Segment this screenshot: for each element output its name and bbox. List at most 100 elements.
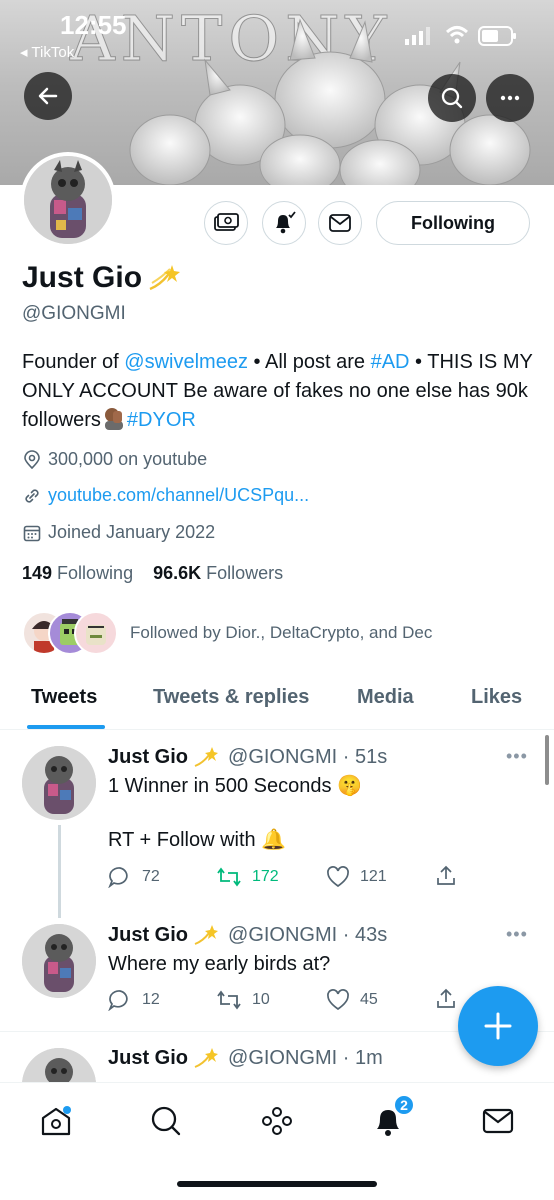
man-facepalming-emoji-icon bbox=[101, 406, 127, 430]
followers-count-link[interactable]: 96.6K Followers bbox=[153, 563, 283, 583]
reply-button[interactable]: 12 bbox=[108, 989, 160, 1011]
calendar-icon bbox=[23, 525, 41, 541]
following-label: Following bbox=[52, 563, 134, 583]
dizzy-star-emoji-icon bbox=[194, 747, 219, 767]
bio-hashtag-ad-link[interactable]: #AD bbox=[371, 351, 410, 373]
share-button[interactable] bbox=[434, 864, 458, 888]
toy-figure-avatar-image bbox=[24, 156, 112, 244]
bio-mention-link[interactable]: @swivelmeez bbox=[124, 351, 248, 373]
retweet-icon bbox=[217, 867, 241, 887]
tweet-text: Where my early birds at? bbox=[108, 953, 331, 975]
location-pin-icon bbox=[24, 449, 40, 469]
tab-tweets-and-replies[interactable]: Tweets & replies bbox=[153, 686, 309, 709]
following-button[interactable]: Following bbox=[376, 201, 530, 245]
thread-connector-line bbox=[58, 825, 61, 918]
tweet-author-name[interactable]: Just Gio bbox=[108, 924, 188, 947]
heart-icon bbox=[327, 866, 349, 888]
nav-messages[interactable] bbox=[478, 1101, 518, 1141]
wifi-icon bbox=[445, 26, 469, 44]
dizzy-star-emoji-icon bbox=[194, 1048, 219, 1068]
location-text: 300,000 on youtube bbox=[48, 449, 208, 469]
profile-tabs: Tweets Tweets & replies Media Likes bbox=[0, 672, 554, 730]
nav-home[interactable] bbox=[36, 1101, 76, 1141]
notifications-subscribed-button[interactable] bbox=[262, 201, 306, 245]
tweet-header: Just Gio @GIONGMI · 51s bbox=[108, 745, 387, 769]
envelope-icon bbox=[329, 214, 351, 232]
following-count-link[interactable]: 149 Following bbox=[22, 563, 133, 583]
home-indicator[interactable] bbox=[177, 1181, 377, 1187]
retweet-count: 172 bbox=[252, 868, 279, 885]
search-icon bbox=[441, 87, 463, 109]
location-row: 300,000 on youtube bbox=[22, 449, 207, 470]
bio-hashtag-dyor-link[interactable]: #DYOR bbox=[127, 409, 196, 431]
reply-button[interactable]: 72 bbox=[108, 866, 160, 888]
bio-text: • All post are bbox=[247, 351, 371, 373]
tweet-author-name[interactable]: Just Gio bbox=[108, 1047, 188, 1070]
nav-search[interactable] bbox=[146, 1101, 186, 1141]
compose-tweet-button[interactable] bbox=[458, 986, 538, 1066]
tweet-handle-time: @GIONGMI · 51s bbox=[228, 745, 388, 768]
profile-avatar[interactable] bbox=[20, 152, 116, 248]
search-icon bbox=[151, 1106, 181, 1136]
share-button[interactable] bbox=[434, 987, 458, 1011]
joined-row: Joined January 2022 bbox=[22, 522, 215, 543]
tab-tweets[interactable]: Tweets bbox=[31, 686, 97, 709]
link-icon bbox=[25, 488, 39, 503]
active-tab-indicator bbox=[27, 725, 105, 729]
search-button[interactable] bbox=[428, 74, 476, 122]
followed-by-row[interactable]: Followed by Dior., DeltaCrypto, and Dec bbox=[22, 610, 432, 656]
scrollbar[interactable] bbox=[545, 735, 549, 785]
joined-text: Joined January 2022 bbox=[48, 522, 216, 542]
retweet-count: 10 bbox=[252, 991, 270, 1008]
retweet-icon bbox=[217, 990, 241, 1010]
tweet-avatar[interactable] bbox=[22, 924, 96, 998]
tweet-header: Just Gio @GIONGMI · 43s bbox=[108, 923, 387, 947]
notifications-badge: 2 bbox=[393, 1094, 415, 1116]
reply-icon bbox=[108, 867, 128, 888]
profile-bio: Founder of @swivelmeez • All post are #A… bbox=[22, 348, 534, 435]
tweet-text: RT + Follow with 🔔 bbox=[108, 829, 287, 851]
back-button[interactable] bbox=[24, 72, 72, 120]
message-button[interactable] bbox=[318, 201, 362, 245]
display-name: Just Gio bbox=[22, 261, 181, 295]
bio-text: Founder of bbox=[22, 351, 125, 373]
tweet-more-icon[interactable]: ••• bbox=[506, 746, 528, 767]
like-button[interactable]: 45 bbox=[326, 989, 378, 1011]
website-link[interactable]: youtube.com/channel/UCSPqu... bbox=[48, 485, 309, 506]
like-count: 45 bbox=[360, 991, 378, 1008]
plus-icon bbox=[484, 1012, 512, 1040]
tweet-handle-time: @GIONGMI · 1m bbox=[228, 1046, 383, 1069]
followers-label: Followers bbox=[201, 563, 284, 583]
envelope-icon bbox=[482, 1108, 514, 1134]
like-count: 121 bbox=[360, 868, 387, 885]
dizzy-star-emoji-icon bbox=[194, 925, 219, 945]
tweet-more-icon[interactable]: ••• bbox=[506, 924, 528, 945]
tweet-author-name[interactable]: Just Gio bbox=[108, 746, 188, 769]
tweet-avatar[interactable] bbox=[22, 746, 96, 820]
nav-communities[interactable] bbox=[257, 1101, 297, 1141]
tweet-text: 1 Winner in 500 Seconds 🤫 bbox=[108, 775, 362, 797]
back-to-app-link[interactable]: ◂ TikTok bbox=[20, 43, 74, 61]
share-icon bbox=[437, 865, 455, 885]
more-options-button[interactable] bbox=[486, 74, 534, 122]
display-name-text: Just Gio bbox=[22, 261, 143, 294]
like-button[interactable]: 121 bbox=[326, 866, 387, 888]
status-bar: 12:55 ◂ TikTok bbox=[0, 0, 554, 61]
tip-jar-button[interactable] bbox=[204, 201, 248, 245]
retweet-button[interactable]: 172 bbox=[216, 866, 279, 888]
cellular-signal-icon bbox=[405, 27, 430, 45]
reply-count: 72 bbox=[142, 868, 160, 885]
tab-likes[interactable]: Likes bbox=[471, 686, 522, 709]
tweet-handle-time: @GIONGMI · 43s bbox=[228, 923, 388, 946]
profile-handle: @GIONGMI bbox=[22, 303, 126, 324]
bell-check-icon bbox=[276, 211, 296, 234]
tweet-header: Just Gio @GIONGMI · 1m bbox=[108, 1046, 383, 1070]
follow-counts: 149 Following 96.6K Followers bbox=[22, 563, 283, 584]
heart-icon bbox=[327, 989, 349, 1011]
home-icon bbox=[41, 1106, 71, 1136]
reply-icon bbox=[108, 990, 128, 1011]
tab-media[interactable]: Media bbox=[357, 686, 414, 709]
followed-by-text: Followed by Dior., DeltaCrypto, and Dec bbox=[130, 623, 433, 642]
more-horizontal-icon bbox=[500, 95, 520, 101]
retweet-button[interactable]: 10 bbox=[216, 989, 270, 1011]
